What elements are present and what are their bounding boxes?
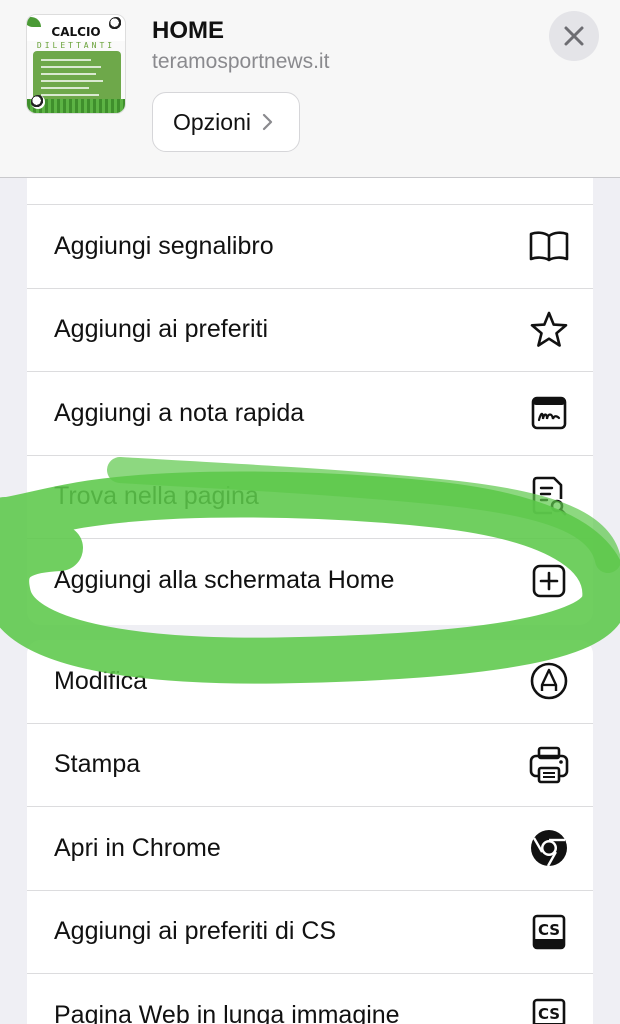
markup-row[interactable]: Modifica	[27, 640, 593, 724]
add-quick-note-label: Aggiungi a nota rapida	[54, 398, 305, 427]
add-bookmark-row[interactable]: Aggiungi segnalibro	[27, 205, 593, 289]
markup-pen-icon	[527, 659, 571, 703]
thumbnail-brand-text: CALCIO	[51, 25, 101, 39]
find-in-page-label: Trova nella pagina	[54, 482, 259, 511]
chevron-right-icon	[262, 113, 273, 131]
close-button[interactable]	[549, 11, 599, 61]
add-square-icon	[527, 559, 571, 603]
svg-text:CS: CS	[538, 1005, 560, 1023]
add-to-home-screen-row[interactable]: Aggiungi alla schermata Home	[27, 539, 593, 623]
quick-note-icon	[527, 391, 571, 435]
options-button[interactable]: Opzioni	[152, 92, 300, 152]
site-thumbnail: CALCIO DILETTANTI	[26, 14, 126, 114]
find-in-page-icon	[527, 475, 571, 519]
printer-icon	[527, 743, 571, 787]
add-to-cs-favorites-row[interactable]: Aggiungi ai preferiti di CS CS	[27, 891, 593, 974]
add-favorite-row[interactable]: Aggiungi ai preferiti	[27, 289, 593, 372]
long-screenshot-row[interactable]: Pagina Web in lunga immagine CS	[27, 974, 593, 1024]
close-icon	[564, 26, 584, 46]
add-quick-note-row[interactable]: Aggiungi a nota rapida	[27, 372, 593, 456]
star-icon	[527, 308, 571, 352]
open-in-chrome-row[interactable]: Apri in Chrome	[27, 807, 593, 891]
svg-text:CS: CS	[538, 921, 560, 939]
find-in-page-row[interactable]: Trova nella pagina	[27, 456, 593, 539]
add-to-home-screen-label: Aggiungi alla schermata Home	[54, 566, 395, 595]
options-button-label: Opzioni	[173, 108, 251, 135]
actions-group-primary: Aggiungi segnalibro Aggiungi ai preferit…	[27, 140, 593, 625]
book-icon	[527, 224, 571, 268]
page-title: HOME	[152, 17, 224, 44]
print-label: Stampa	[54, 750, 141, 779]
actions-group-secondary: Modifica Stampa Apri in Chrome Aggiungi …	[27, 640, 593, 1024]
page-url: teramosportnews.it	[152, 50, 330, 73]
markup-label: Modifica	[54, 666, 148, 695]
share-sheet-header: CALCIO DILETTANTI HOME teramosportnews.i…	[0, 0, 620, 178]
cs-icon: CS	[527, 994, 571, 1024]
print-row[interactable]: Stampa	[27, 724, 593, 807]
long-screenshot-label: Pagina Web in lunga immagine	[54, 1001, 400, 1024]
open-in-chrome-label: Apri in Chrome	[54, 833, 221, 862]
add-favorite-label: Aggiungi ai preferiti	[54, 315, 269, 344]
thumbnail-brand-subtext: DILETTANTI	[36, 41, 116, 50]
add-bookmark-label: Aggiungi segnalibro	[54, 231, 274, 260]
chrome-icon	[527, 826, 571, 870]
add-to-cs-favorites-label: Aggiungi ai preferiti di CS	[54, 917, 337, 946]
cs-icon: CS	[527, 910, 571, 954]
